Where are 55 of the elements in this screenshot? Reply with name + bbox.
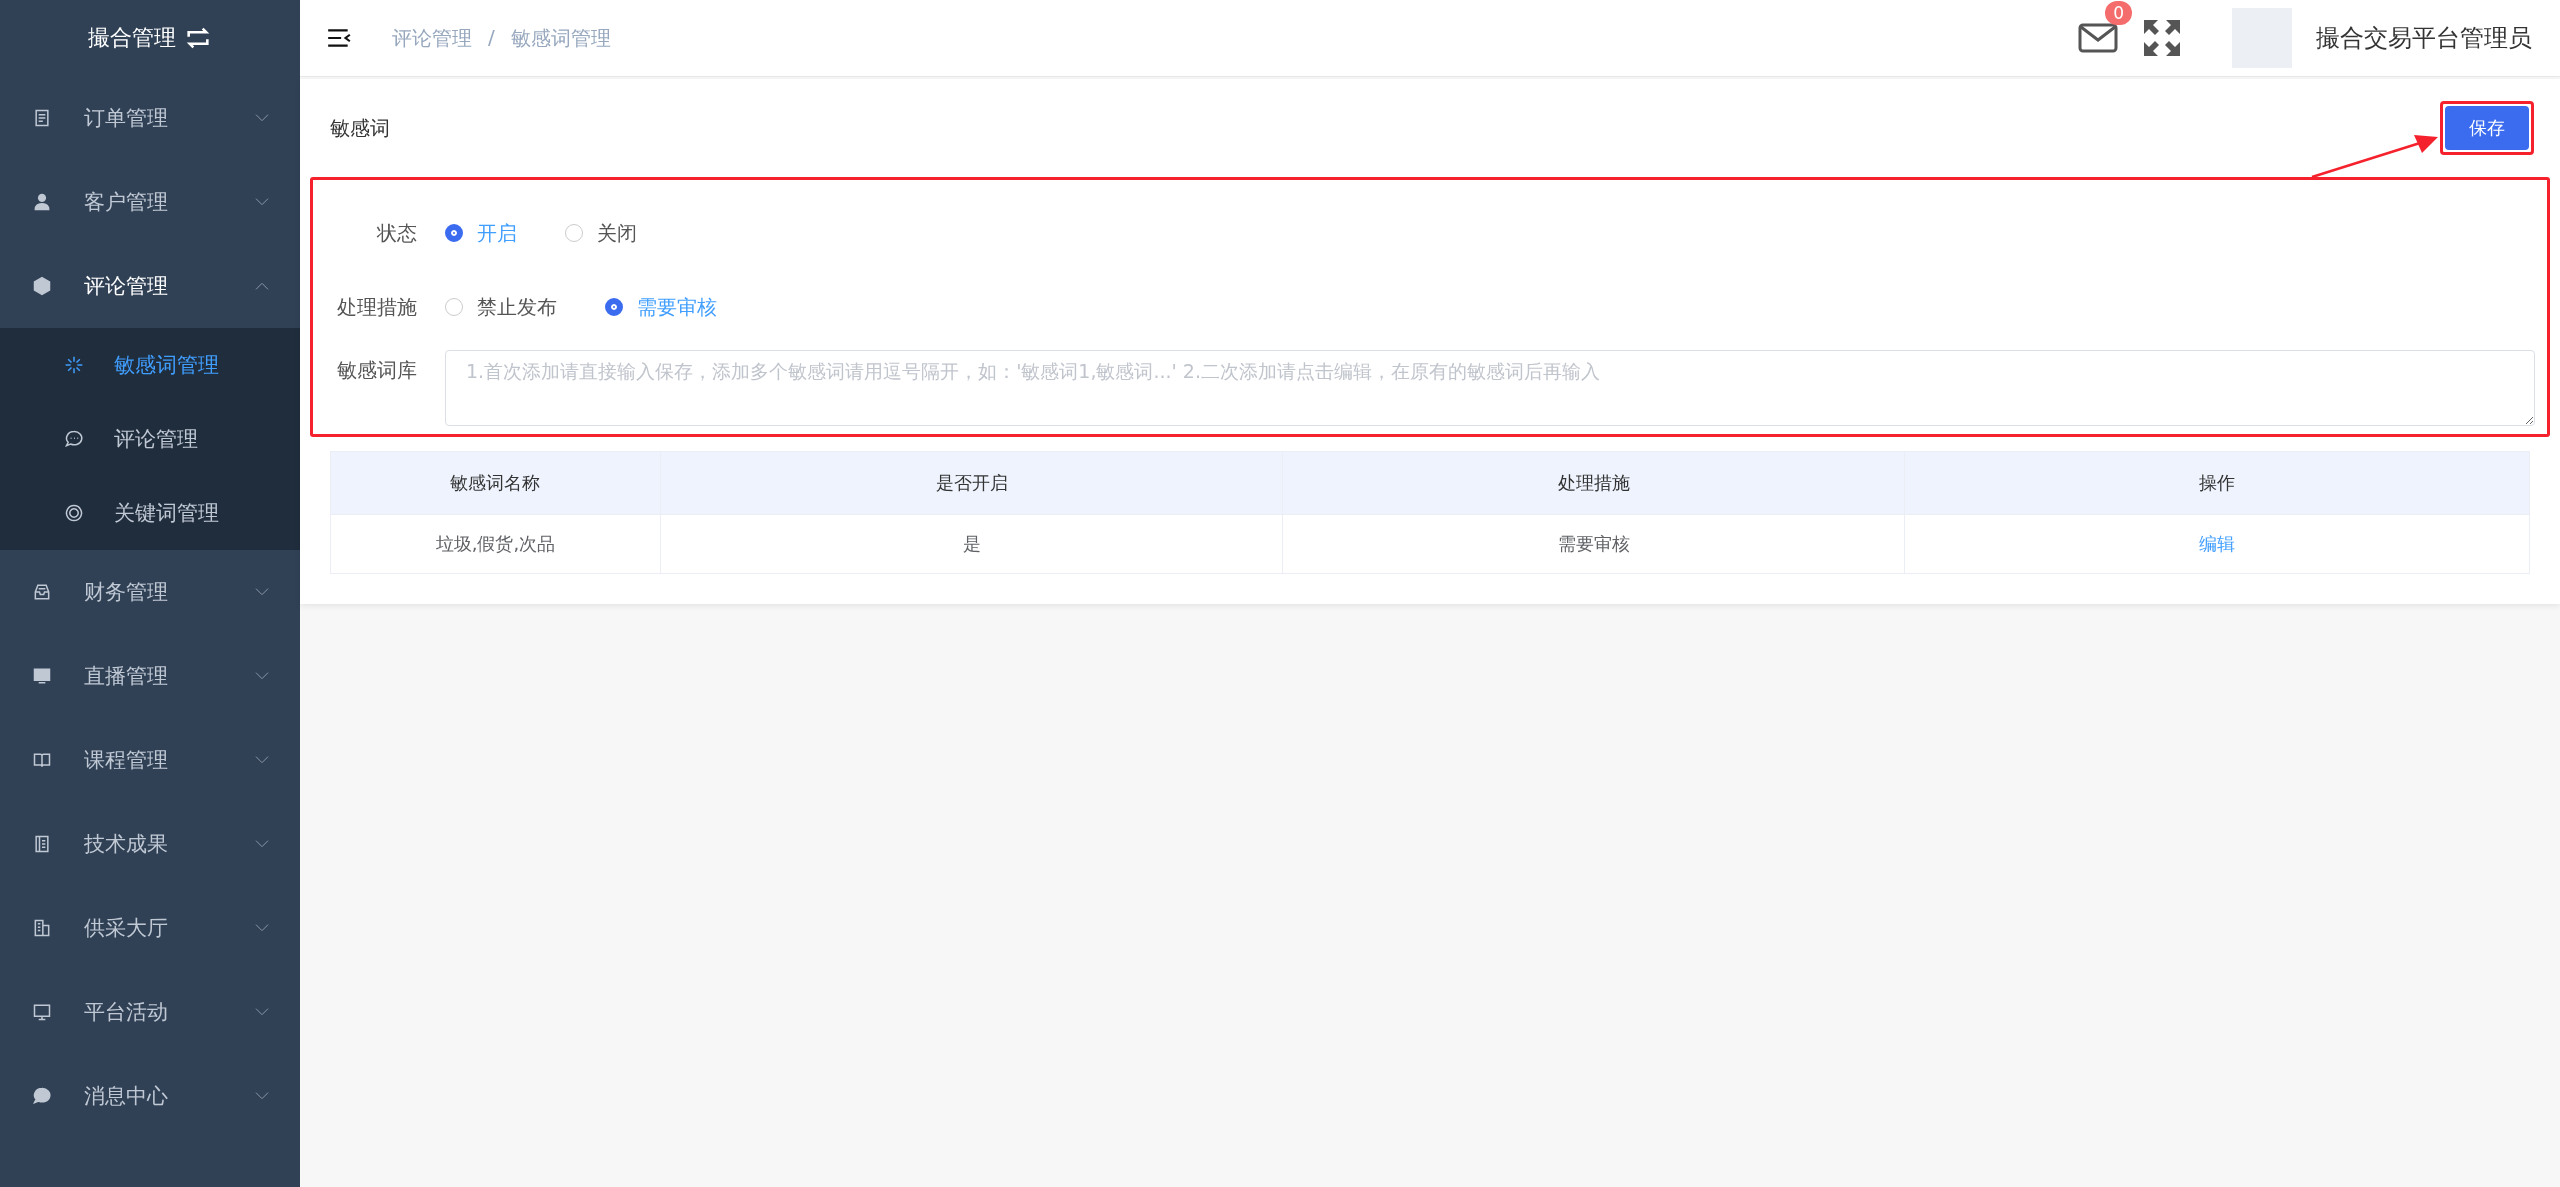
form-label: 处理措施 bbox=[336, 294, 417, 321]
chevron-icon bbox=[254, 1007, 270, 1017]
column-header: 是否开启 bbox=[660, 451, 1283, 515]
document-icon bbox=[32, 108, 52, 128]
chevron-icon bbox=[254, 755, 270, 765]
book-icon bbox=[32, 750, 52, 770]
chevron-icon bbox=[254, 197, 270, 207]
fullscreen-icon[interactable] bbox=[2142, 18, 2182, 58]
chevron-icon bbox=[254, 839, 270, 849]
menu-item[interactable]: 评论管理 bbox=[0, 244, 300, 328]
submenu-item[interactable]: 评论管理 bbox=[0, 402, 300, 476]
section-title: 敏感词 bbox=[330, 114, 390, 142]
sparkle-icon bbox=[64, 355, 84, 375]
column-header: 操作 bbox=[1904, 451, 2530, 515]
table-cell: 是 bbox=[660, 514, 1283, 574]
monitor-icon bbox=[32, 666, 52, 686]
menu-item[interactable]: 客户管理 bbox=[0, 160, 300, 244]
menu-item[interactable]: 技术成果 bbox=[0, 802, 300, 886]
radio-option[interactable]: 禁止发布 bbox=[445, 293, 557, 321]
form-label: 状态 bbox=[376, 220, 417, 247]
submenu-item[interactable]: 关键词管理 bbox=[0, 476, 300, 550]
list-icon bbox=[32, 834, 52, 854]
user-icon bbox=[32, 192, 52, 212]
app-title: 撮合管理 bbox=[88, 24, 176, 52]
chevron-icon bbox=[254, 671, 270, 681]
ring-icon bbox=[64, 503, 84, 523]
inbox-icon bbox=[32, 582, 52, 602]
breadcrumb-separator: / bbox=[488, 24, 495, 51]
menu-item[interactable]: 直播管理 bbox=[0, 634, 300, 718]
chevron-icon bbox=[254, 923, 270, 933]
menu-item[interactable]: 财务管理 bbox=[0, 550, 300, 634]
notification-badge: 0 bbox=[2105, 1, 2132, 25]
chevron-icon bbox=[254, 1091, 270, 1101]
form-label: 敏感词库 bbox=[336, 357, 417, 384]
save-button[interactable]: 保存 bbox=[2445, 106, 2529, 150]
building-icon bbox=[32, 918, 52, 938]
column-header: 处理措施 bbox=[1282, 451, 1905, 515]
column-header: 敏感词名称 bbox=[330, 451, 661, 515]
chevron-icon bbox=[254, 281, 270, 291]
chevron-icon bbox=[254, 113, 270, 123]
menu-item[interactable]: 供采大厅 bbox=[0, 886, 300, 970]
desktop-icon bbox=[32, 1002, 52, 1022]
table-cell: 垃圾,假货,次品 bbox=[330, 514, 661, 574]
menu-item[interactable]: 消息中心 bbox=[0, 1054, 300, 1138]
menu-item[interactable]: 订单管理 bbox=[0, 76, 300, 160]
submenu-item[interactable]: 敏感词管理 bbox=[0, 328, 300, 402]
chat-dots-icon bbox=[64, 429, 84, 449]
chat-bubble-icon bbox=[32, 1086, 52, 1106]
table-cell: 需要审核 bbox=[1282, 514, 1905, 574]
menu-item[interactable]: 平台活动 bbox=[0, 970, 300, 1054]
radio-option[interactable]: 关闭 bbox=[565, 219, 637, 247]
user-name[interactable]: 撮合交易平台管理员 bbox=[2316, 22, 2532, 54]
menu-item[interactable]: 课程管理 bbox=[0, 718, 300, 802]
chevron-icon bbox=[254, 587, 270, 597]
sensitive-words-field[interactable]: 1.首次添加请直接输入保存，添加多个敏感词请用逗号隔开，如：'敏感词1,敏感词...' 2.二次添加请点击编辑，在原有的敏感词后再输入 bbox=[445, 350, 2535, 426]
